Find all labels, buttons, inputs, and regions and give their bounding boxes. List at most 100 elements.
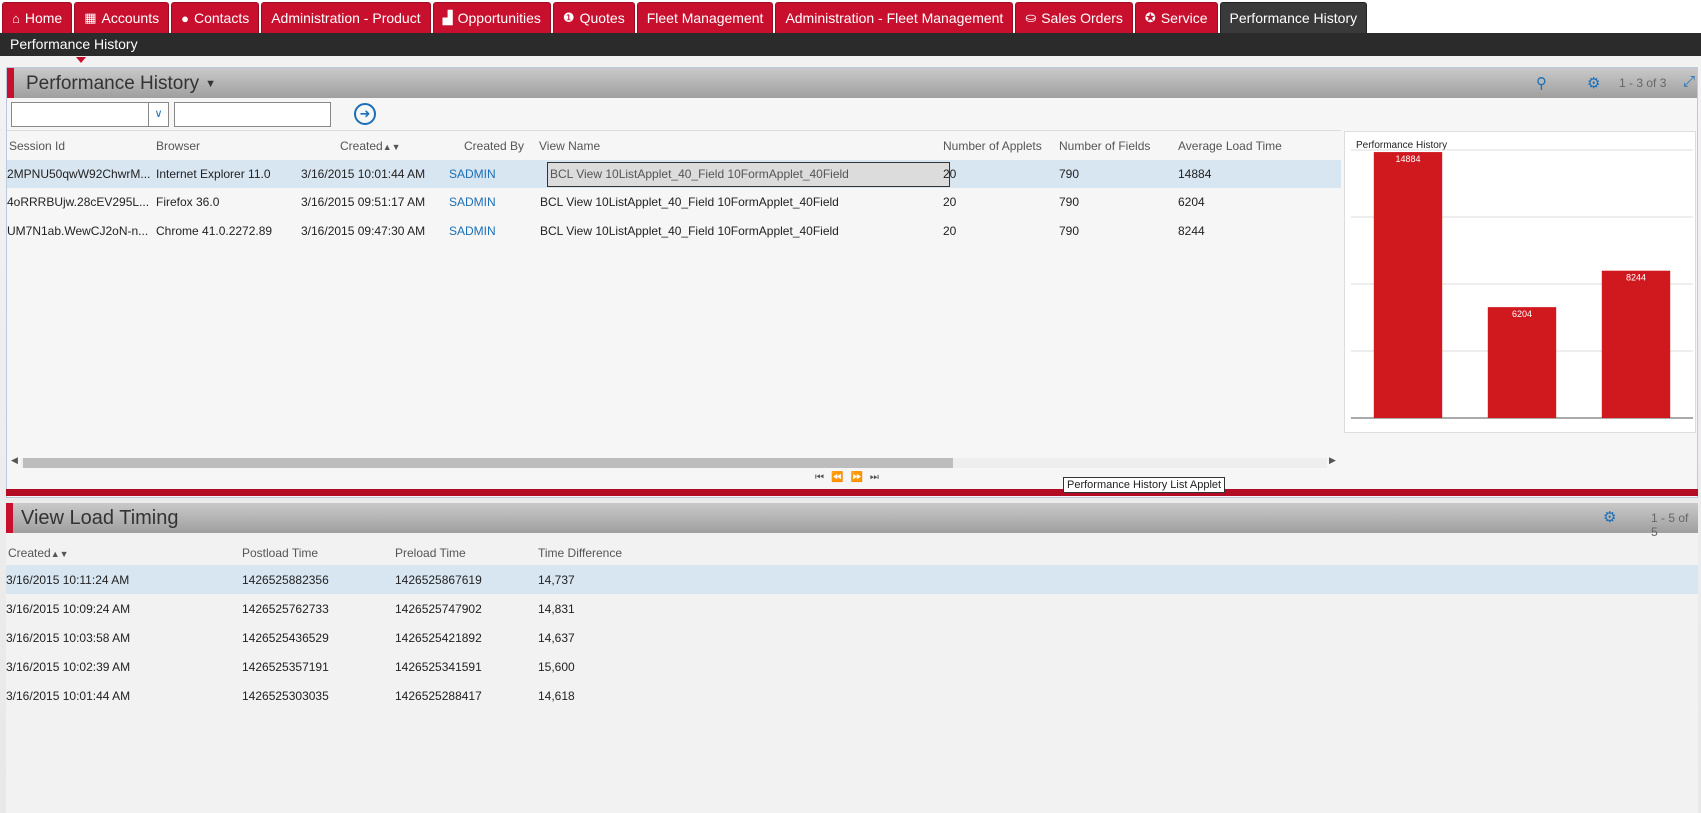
scrollbar-thumb[interactable] [23, 458, 953, 468]
cell-number-of-fields[interactable]: 790 [1059, 167, 1079, 181]
sort-arrows-icon[interactable]: ▲▼ [51, 549, 69, 559]
table-row[interactable]: 4oRRRBUjw.28cEV295L... Firefox 36.0 3/16… [7, 188, 1341, 216]
table-row[interactable]: 3/16/2015 10:02:39 AM 1426525357191 142652… [6, 652, 1698, 681]
cell-created-by-link[interactable]: SADMIN [449, 167, 496, 181]
column-header-time-difference[interactable]: Time Difference [538, 546, 622, 560]
expand-icon[interactable]: ⤢ [1683, 73, 1695, 90]
column-header-session-id[interactable]: Session Id [9, 139, 65, 153]
cell-created[interactable]: 3/16/2015 10:01:44 AM [6, 689, 130, 703]
tab-home[interactable]: ⌂ Home [2, 2, 73, 33]
cell-preload-time[interactable]: 1426525747902 [395, 602, 482, 616]
cell-browser[interactable]: Chrome 41.0.2272.89 [156, 224, 272, 238]
gear-icon[interactable]: ⚙ [1603, 508, 1616, 526]
cell-created[interactable]: 3/16/2015 10:09:24 AM [6, 602, 130, 616]
column-header-average-load-time[interactable]: Average Load Time [1178, 139, 1282, 153]
query-field-select[interactable]: ∨ [11, 102, 169, 127]
column-header-postload-time[interactable]: Postload Time [242, 546, 318, 560]
cell-average-load-time[interactable]: 8244 [1178, 224, 1205, 238]
cell-session-id[interactable]: UM7N1ab.WewCJ2oN-n... [7, 224, 148, 238]
column-header-number-of-fields[interactable]: Number of Fields [1059, 139, 1150, 153]
scroll-left-arrow-icon[interactable]: ◀ [11, 455, 18, 466]
tab-label: Administration - Product [271, 10, 421, 26]
column-header-view-name[interactable]: View Name [539, 139, 600, 153]
column-header-created[interactable]: Created▲▼ [340, 139, 401, 153]
cell-session-id[interactable]: 4oRRRBUjw.28cEV295L... [7, 195, 149, 209]
cell-postload-time[interactable]: 1426525882356 [242, 573, 329, 587]
cell-time-difference[interactable]: 14,737 [538, 573, 575, 587]
cell-view-name[interactable]: BCL View 10ListApplet_40_Field 10FormApp… [540, 224, 839, 238]
first-page-icon[interactable]: ⏮ [815, 472, 831, 483]
previous-page-icon[interactable]: ⏪ [831, 472, 850, 483]
cell-number-of-applets[interactable]: 20 [943, 224, 956, 238]
cell-view-name-editor[interactable]: BCL View 10ListApplet_40_Field 10FormApp… [547, 162, 950, 187]
column-header-created-by[interactable]: Created By [464, 139, 524, 153]
tab-administration-fleet-management[interactable]: Administration - Fleet Management [775, 2, 1014, 33]
table-row[interactable]: 3/16/2015 10:09:24 AM 1426525762733 142652… [6, 594, 1698, 623]
cell-created[interactable]: 3/16/2015 09:51:17 AM [301, 195, 425, 209]
horizontal-scrollbar[interactable]: ◀ ▶ [7, 455, 1341, 469]
go-arrow-icon[interactable]: ➜ [354, 103, 376, 125]
cell-session-id[interactable]: 2MPNU50qwW92ChwrM... [7, 167, 150, 181]
tab-accounts[interactable]: ▦ Accounts [74, 2, 170, 33]
applet-title[interactable]: Performance History ▼ [26, 73, 216, 95]
cell-average-load-time[interactable]: 14884 [1178, 167, 1211, 181]
column-header-number-of-applets[interactable]: Number of Applets [943, 139, 1042, 153]
search-icon[interactable]: ⚲ [1536, 74, 1547, 92]
tab-fleet-management[interactable]: Fleet Management [636, 2, 774, 33]
tab-service[interactable]: ✪ Service [1134, 2, 1218, 33]
gear-icon[interactable]: ⚙ [1587, 74, 1600, 92]
tab-opportunities[interactable]: ▟ Opportunities [432, 2, 551, 33]
table-row[interactable]: 2MPNU50qwW92ChwrM... Internet Explorer 1… [7, 160, 1341, 188]
cell-postload-time[interactable]: 1426525357191 [242, 660, 329, 674]
next-page-icon[interactable]: ⏩ [850, 472, 869, 483]
tab-label: Contacts [193, 10, 250, 26]
cell-created-by-link[interactable]: SADMIN [449, 195, 496, 209]
query-value-input[interactable] [174, 102, 331, 127]
cell-number-of-fields[interactable]: 790 [1059, 195, 1079, 209]
cell-created[interactable]: 3/16/2015 10:03:58 AM [6, 631, 130, 645]
cell-number-of-applets[interactable]: 20 [943, 167, 956, 181]
cell-number-of-fields[interactable]: 790 [1059, 224, 1079, 238]
cell-browser[interactable]: Internet Explorer 11.0 [156, 167, 271, 181]
cell-created-by-link[interactable]: SADMIN [449, 224, 496, 238]
table-row[interactable]: UM7N1ab.WewCJ2oN-n... Chrome 41.0.2272.8… [7, 217, 1341, 245]
cell-postload-time[interactable]: 1426525303035 [242, 689, 329, 703]
cell-average-load-time[interactable]: 6204 [1178, 195, 1205, 209]
sort-arrows-icon[interactable]: ▲▼ [383, 142, 401, 152]
cell-browser[interactable]: Firefox 36.0 [156, 195, 219, 209]
cell-preload-time[interactable]: 1426525341591 [395, 660, 482, 674]
cell-time-difference[interactable]: 15,600 [538, 660, 575, 674]
cell-time-difference[interactable]: 14,831 [538, 602, 575, 616]
subnav-link-performance-history[interactable]: Performance History [10, 36, 138, 52]
cell-time-difference[interactable]: 14,618 [538, 689, 575, 703]
table-row[interactable]: 3/16/2015 10:11:24 AM 1426525882356 142652… [6, 565, 1698, 594]
cell-preload-time[interactable]: 1426525288417 [395, 689, 482, 703]
tab-quotes[interactable]: ❶ Quotes [552, 2, 635, 33]
tab-performance-history[interactable]: Performance History [1219, 2, 1368, 33]
column-header-browser[interactable]: Browser [156, 139, 200, 153]
cell-created[interactable]: 3/16/2015 09:47:30 AM [301, 224, 425, 238]
tab-sales-orders[interactable]: ⛀ Sales Orders [1015, 2, 1133, 33]
table-row[interactable]: 3/16/2015 10:01:44 AM 1426525303035 142652… [6, 681, 1698, 710]
cell-preload-time[interactable]: 1426525421892 [395, 631, 482, 645]
cell-preload-time[interactable]: 1426525867619 [395, 573, 482, 587]
cell-created[interactable]: 3/16/2015 10:11:24 AM [6, 573, 129, 587]
cell-number-of-applets[interactable]: 20 [943, 195, 956, 209]
cell-time-difference[interactable]: 14,637 [538, 631, 575, 645]
cell-created[interactable]: 3/16/2015 10:02:39 AM [6, 660, 130, 674]
cell-created[interactable]: 3/16/2015 10:01:44 AM [301, 167, 425, 181]
tab-administration-product[interactable]: Administration - Product [261, 2, 431, 33]
table-row[interactable]: 3/16/2015 10:03:58 AM 1426525436529 142652… [6, 623, 1698, 652]
applet-header: Performance History ▼ ⚲ ⚙ 1 - 3 of 3 ⤢ [7, 68, 1697, 98]
cell-view-name[interactable]: BCL View 10ListApplet_40_Field 10FormApp… [540, 195, 839, 209]
last-page-icon[interactable]: ⏭ [870, 472, 886, 483]
column-header-created[interactable]: Created▲▼ [8, 546, 69, 560]
menu-dropdown-icon[interactable]: ▼ [205, 78, 216, 90]
tab-contacts[interactable]: ● Contacts [171, 2, 260, 33]
cell-postload-time[interactable]: 1426525436529 [242, 631, 329, 645]
cell-postload-time[interactable]: 1426525762733 [242, 602, 329, 616]
list-header: Created▲▼ Postload Time Preload Time Tim… [6, 537, 1698, 565]
column-header-preload-time[interactable]: Preload Time [395, 546, 466, 560]
chevron-down-icon[interactable]: ∨ [148, 103, 168, 126]
scroll-right-arrow-icon[interactable]: ▶ [1329, 455, 1336, 466]
